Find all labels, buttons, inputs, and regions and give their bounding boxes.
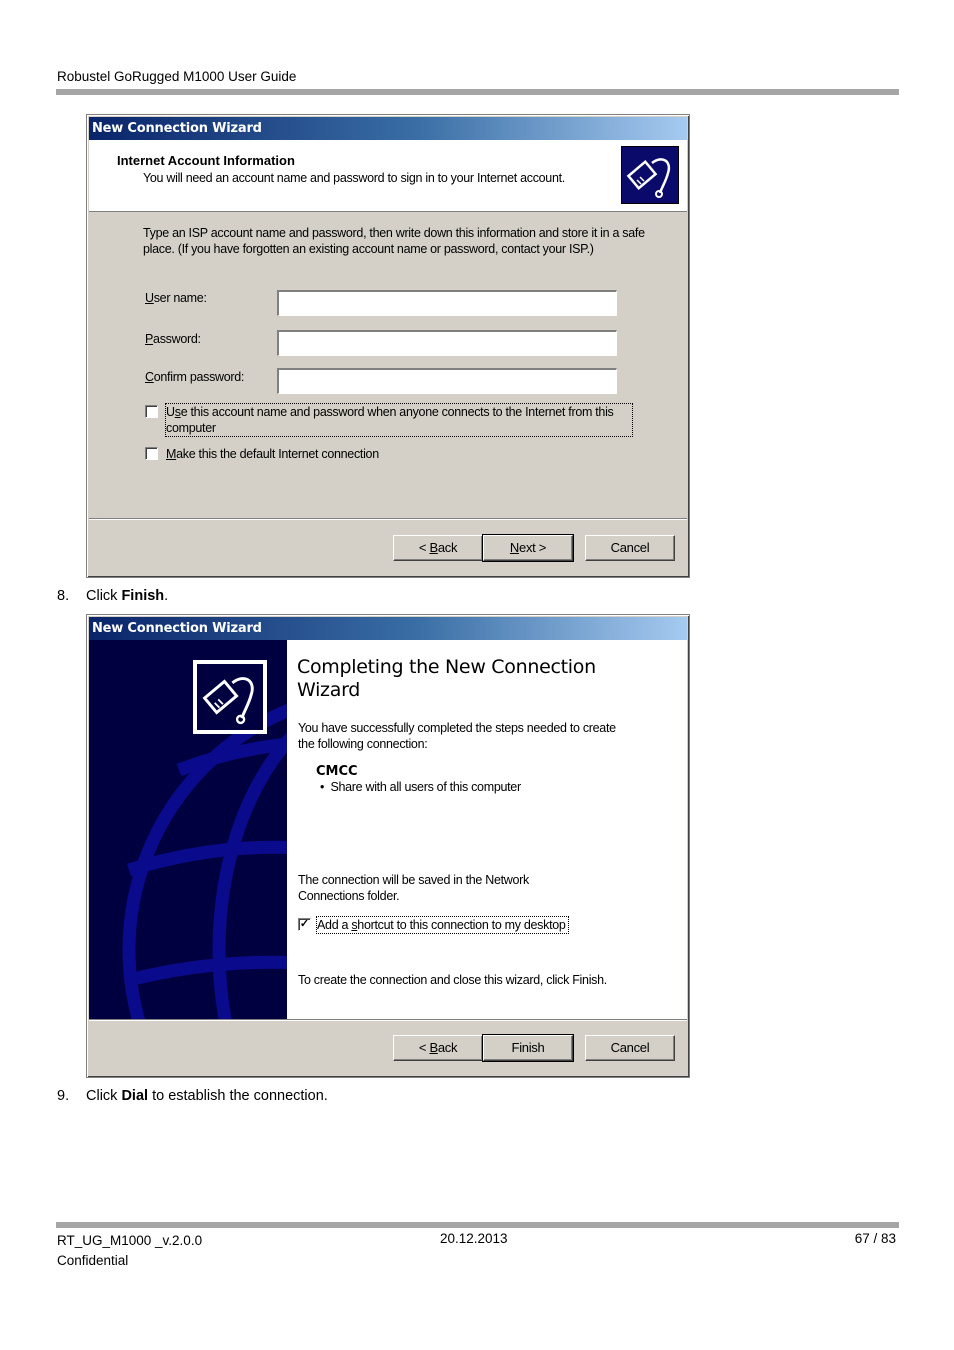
footer-classification: Confidential [57,1253,129,1268]
wizard-heading: Completing the New Connection Wizard [297,656,596,701]
cancel-button[interactable]: Cancel [585,535,675,561]
shortcut-checkbox-row[interactable]: ✓ Add a shortcut to this connection to m… [298,916,569,934]
instructions-text: Type an ISP account name and password, t… [143,226,645,256]
next-button[interactable]: Next > [482,534,574,562]
account-info-dialog: New Connection Wizard Internet Account I… [86,114,690,578]
finish-instruction: To create the connection and close this … [298,973,607,987]
password-input[interactable] [276,329,618,357]
button-separator [89,518,687,520]
footer-page-number: 67 / 83 [854,1231,896,1246]
shortcut-label[interactable]: Add a shortcut to this connection to my … [316,916,569,934]
dialog-titlebar: New Connection Wizard [89,617,687,640]
step-9: 9. Click Dial to establish the connection… [57,1088,328,1104]
back-button[interactable]: < Back [393,1035,483,1061]
completing-wizard-dialog: New Connection Wizard Completing the New… [86,614,690,1078]
default-connection-checkbox[interactable] [145,447,158,460]
network-cable-icon [621,146,679,204]
button-separator [89,1019,687,1021]
confirm-password-input[interactable] [276,367,618,395]
connection-detail: • Share with all users of this computer [320,780,521,794]
connection-name: CMCC [316,764,358,779]
network-cable-icon [193,660,267,734]
wizard-header: Internet Account Information You will ne… [89,140,687,212]
finish-button[interactable]: Finish [482,1034,574,1062]
wizard-side-banner [89,640,287,1019]
saved-location-note: The connection will be saved in the Netw… [298,873,529,903]
footer-date: 20.12.2013 [440,1231,508,1246]
confirm-password-label: Confirm password: [145,370,245,384]
use-for-all-label[interactable]: Use this account name and password when … [165,403,633,437]
default-connection-label[interactable]: Make this the default Internet connectio… [166,446,379,462]
use-for-all-checkbox-row[interactable]: Use this account name and password when … [145,403,633,437]
password-label: Password: [145,332,201,346]
dialog-titlebar: New Connection Wizard [89,117,687,140]
step-8: 8. Click Finish. [57,588,169,604]
default-connection-checkbox-row[interactable]: Make this the default Internet connectio… [145,446,379,462]
footer-doc-id: RT_UG_M1000 _v.2.0.0 [57,1233,203,1248]
wizard-content: Completing the New Connection Wizard You… [287,640,687,1019]
use-for-all-checkbox[interactable] [145,405,158,418]
user-name-label: User name: [145,291,207,305]
document-header-title: Robustel GoRugged M1000 User Guide [57,69,297,84]
completion-intro: You have successfully completed the step… [298,721,616,751]
header-rule [56,89,899,95]
footer-left: RT_UG_M1000 _v.2.0.0 Confidential [57,1231,202,1271]
shortcut-checkbox[interactable]: ✓ [298,918,311,931]
user-name-input[interactable] [276,289,618,317]
wizard-header-subtitle: You will need an account name and passwo… [143,171,565,185]
footer-rule [56,1222,899,1228]
back-button[interactable]: < Back [393,535,483,561]
wizard-header-title: Internet Account Information [117,153,295,168]
cancel-button[interactable]: Cancel [585,1035,675,1061]
